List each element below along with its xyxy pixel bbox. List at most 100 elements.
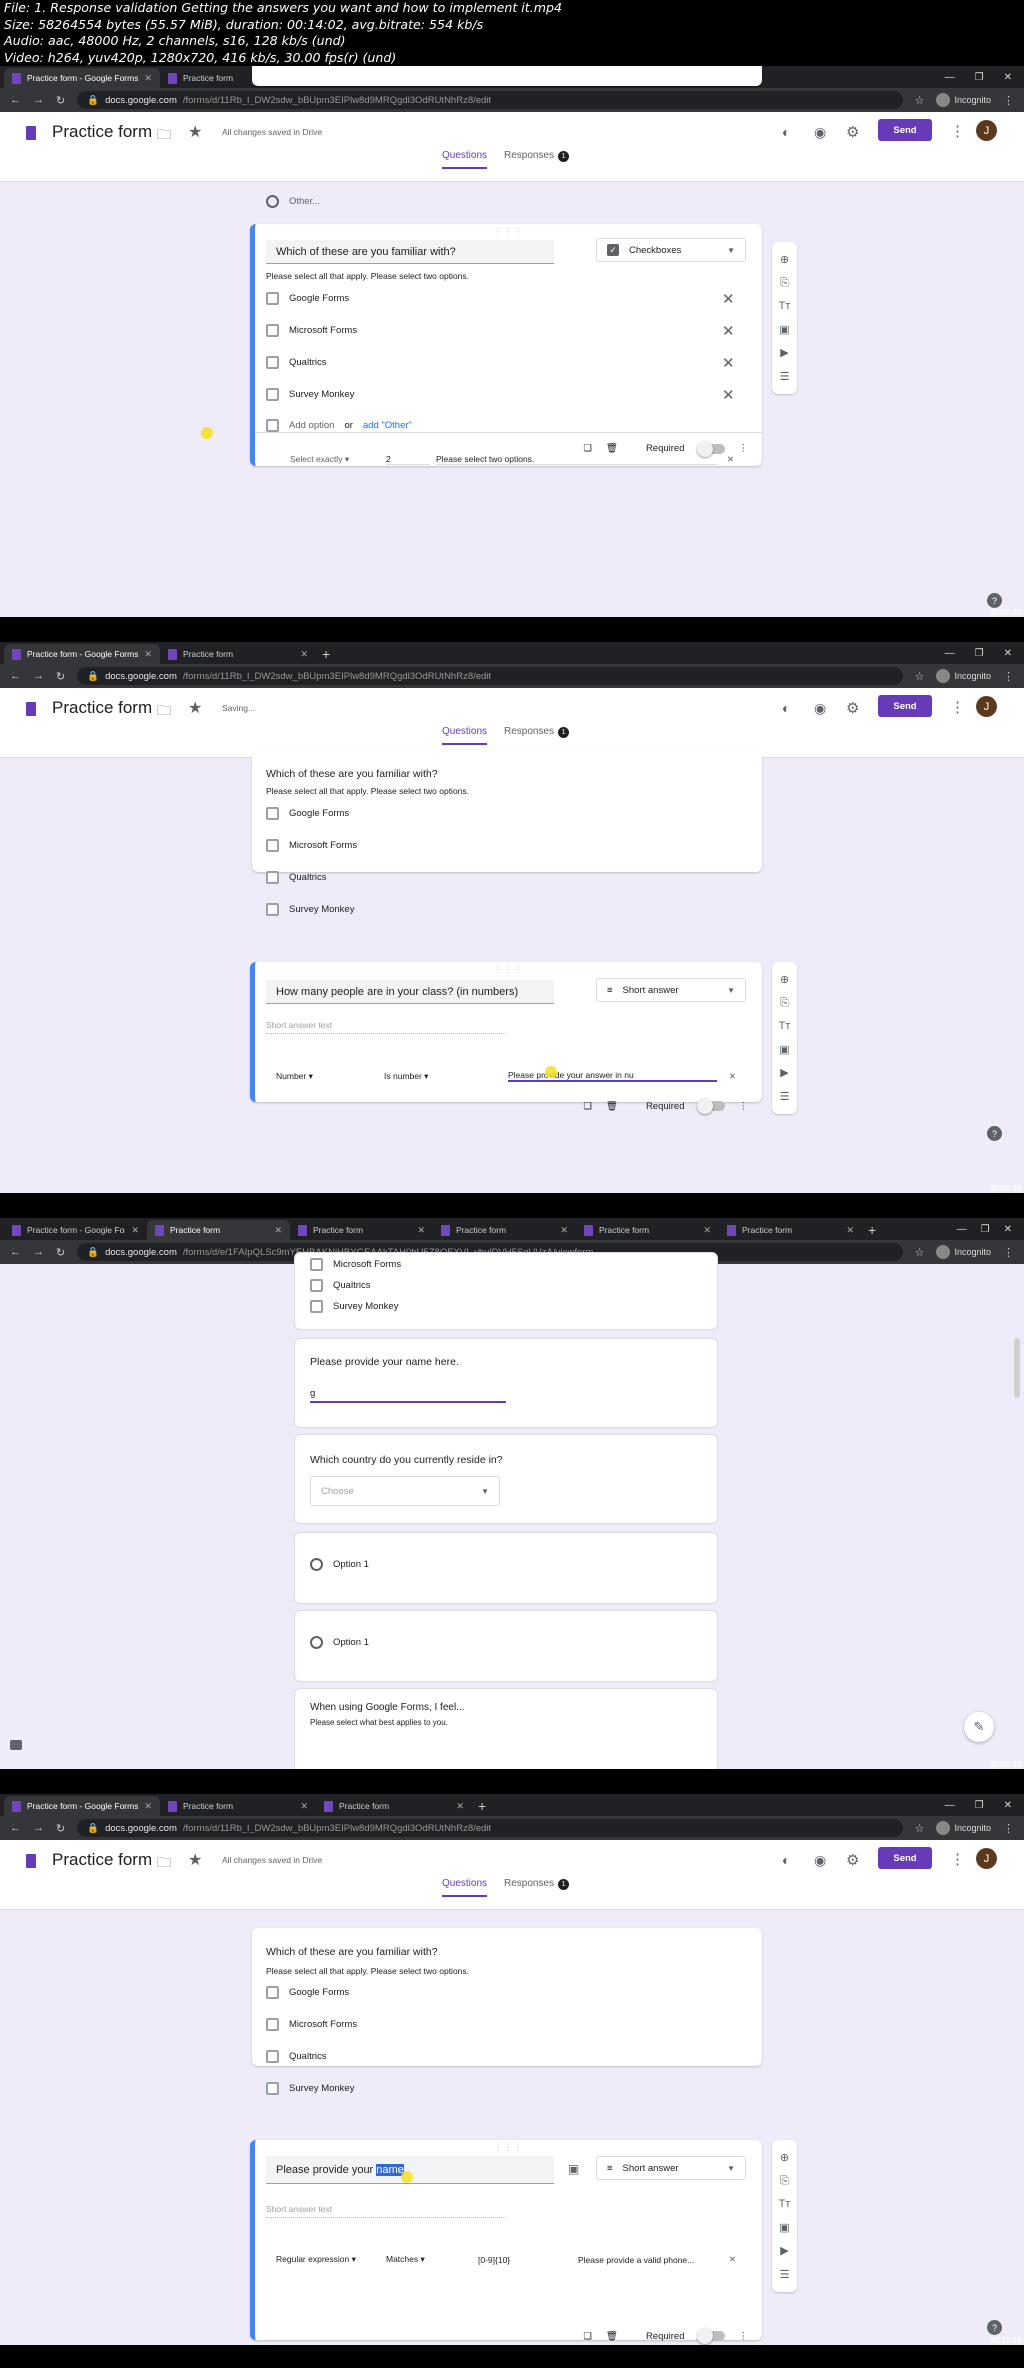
browser-tab[interactable]: Practice form ✕ xyxy=(147,1220,290,1240)
validation-error-input[interactable]: Please provide a valid phone... xyxy=(578,2255,721,2265)
tab-questions[interactable]: Questions xyxy=(442,1878,488,1897)
back-icon[interactable]: ← xyxy=(10,94,21,106)
option-row[interactable]: Microsoft Forms xyxy=(310,1258,401,1271)
add-video-icon[interactable]: ▶ xyxy=(780,346,788,359)
option-row[interactable]: Survey Monkey xyxy=(266,388,354,401)
bookmark-star-icon[interactable]: ☆ xyxy=(915,1246,925,1259)
add-question-icon[interactable]: ⊕ xyxy=(780,973,789,986)
add-question-icon[interactable]: ⊕ xyxy=(780,2151,789,2164)
add-section-icon[interactable]: ☰ xyxy=(780,1090,790,1103)
add-option-link[interactable]: Add option xyxy=(289,420,334,431)
help-icon[interactable]: ? xyxy=(987,2320,1002,2335)
edit-pencil-icon[interactable]: ✎ xyxy=(964,1712,994,1742)
add-image-icon[interactable]: ▣ xyxy=(779,1043,789,1056)
maximize-icon[interactable]: ❐ xyxy=(975,72,984,83)
new-tab-icon[interactable]: + xyxy=(478,1798,486,1814)
settings-gear-icon[interactable]: ⚙ xyxy=(846,123,859,141)
browser-tab[interactable]: Practice form ✕ xyxy=(433,1220,576,1240)
clear-validation-icon[interactable]: ✕ xyxy=(729,2254,736,2265)
drag-handle-icon[interactable]: ⋮⋮⋮ xyxy=(494,964,524,975)
forward-icon[interactable]: → xyxy=(33,94,44,106)
remove-option-icon[interactable]: ✕ xyxy=(722,290,735,308)
delete-icon[interactable]: 🗑 xyxy=(606,2331,618,2342)
palette-icon[interactable]: ◐ xyxy=(782,1852,790,1868)
forward-icon[interactable]: → xyxy=(33,1822,44,1834)
more-vert-icon[interactable]: ⋮ xyxy=(739,1101,749,1112)
more-vert-icon[interactable]: ⋮ xyxy=(950,1850,965,1868)
help-icon[interactable]: ? xyxy=(987,1126,1002,1141)
bookmark-star-icon[interactable]: ☆ xyxy=(915,670,925,683)
option-row[interactable]: Option 1 xyxy=(310,1636,369,1649)
close-window-icon[interactable]: ✕ xyxy=(1004,72,1012,83)
reload-icon[interactable]: ↻ xyxy=(56,1822,65,1835)
maximize-icon[interactable]: ❐ xyxy=(975,648,984,659)
add-title-icon[interactable]: Tт xyxy=(779,300,791,312)
add-other-link[interactable]: add "Other" xyxy=(363,420,412,431)
validation-condition-select[interactable]: Is number ▾ xyxy=(384,1071,494,1082)
folder-icon[interactable]: 🗀 xyxy=(157,124,171,148)
palette-icon[interactable]: ◐ xyxy=(782,124,790,140)
option-label[interactable]: Microsoft Forms xyxy=(289,325,357,336)
send-button[interactable]: Send xyxy=(878,119,932,141)
required-toggle[interactable] xyxy=(696,2328,725,2344)
close-icon[interactable]: ✕ xyxy=(560,1225,568,1236)
country-dropdown[interactable]: Choose ▼ xyxy=(310,1476,500,1506)
question-title-input[interactable]: Which of these are you familiar with? xyxy=(266,240,554,264)
maximize-icon[interactable]: ❐ xyxy=(981,1224,990,1235)
bookmark-star-icon[interactable]: ☆ xyxy=(915,94,925,107)
tab-responses[interactable]: Responses 1 xyxy=(504,726,570,738)
delete-icon[interactable]: 🗑 xyxy=(606,443,618,454)
add-section-icon[interactable]: ☰ xyxy=(780,370,790,383)
required-toggle[interactable] xyxy=(696,440,725,457)
star-icon[interactable]: ★ xyxy=(188,122,202,142)
preview-eye-icon[interactable]: ◉ xyxy=(814,700,826,717)
add-question-icon[interactable]: ⊕ xyxy=(780,253,789,266)
menu-icon[interactable]: ⋮ xyxy=(1003,1246,1014,1259)
forward-icon[interactable]: → xyxy=(33,670,44,682)
option-label[interactable]: Survey Monkey xyxy=(289,389,354,400)
close-icon[interactable]: ✕ xyxy=(456,1801,464,1812)
import-questions-icon[interactable]: ⎘ xyxy=(780,2175,789,2188)
browser-tab[interactable]: Practice form - Google Forms ✕ xyxy=(4,1220,147,1240)
close-icon[interactable]: ✕ xyxy=(144,1801,152,1812)
minimize-icon[interactable]: — xyxy=(945,72,955,83)
browser-tab[interactable]: Practice form ✕ xyxy=(576,1220,719,1240)
question-type-select[interactable]: ≡ Short answer ▼ xyxy=(596,978,746,1002)
remove-option-icon[interactable]: ✕ xyxy=(722,322,735,340)
send-button[interactable]: Send xyxy=(878,695,932,717)
clear-validation-icon[interactable]: ✕ xyxy=(729,1071,736,1082)
menu-icon[interactable]: ⋮ xyxy=(1003,670,1014,683)
delete-icon[interactable]: 🗑 xyxy=(606,1101,618,1112)
tab-responses[interactable]: Responses 1 xyxy=(504,150,570,162)
more-vert-icon[interactable]: ⋮ xyxy=(739,2331,749,2342)
add-video-icon[interactable]: ▶ xyxy=(780,1066,788,1079)
close-icon[interactable]: ✕ xyxy=(417,1225,425,1236)
import-questions-icon[interactable]: ⎘ xyxy=(780,997,789,1010)
add-title-icon[interactable]: Tт xyxy=(779,2198,791,2210)
add-video-icon[interactable]: ▶ xyxy=(780,2244,788,2257)
question-title-input[interactable]: How many people are in your class? (in n… xyxy=(266,980,554,1004)
bookmark-star-icon[interactable]: ☆ xyxy=(915,1822,925,1835)
browser-tab[interactable]: Practice form - Google Forms ✕ xyxy=(4,644,160,664)
form-title[interactable]: Practice form xyxy=(52,122,152,142)
option-row[interactable]: Qualtrics xyxy=(310,1279,370,1292)
settings-gear-icon[interactable]: ⚙ xyxy=(846,699,859,717)
more-vert-icon[interactable]: ⋮ xyxy=(739,443,749,454)
url-field[interactable]: 🔒 docs.google.com/forms/d/11Rb_l_DW2sdw_b… xyxy=(77,667,903,685)
close-icon[interactable]: ✕ xyxy=(144,649,152,660)
form-title[interactable]: Practice form xyxy=(52,698,152,718)
add-section-icon[interactable]: ☰ xyxy=(780,2268,790,2281)
report-icon[interactable] xyxy=(10,1740,22,1750)
tab-questions[interactable]: Questions xyxy=(442,726,488,745)
minimize-icon[interactable]: — xyxy=(945,1800,955,1811)
close-icon[interactable]: ✕ xyxy=(144,73,152,84)
add-title-icon[interactable]: Tт xyxy=(779,1020,791,1032)
remove-option-icon[interactable]: ✕ xyxy=(722,386,735,404)
drag-handle-icon[interactable]: ⋮⋮⋮ xyxy=(494,2142,524,2153)
close-window-icon[interactable]: ✕ xyxy=(1004,648,1012,659)
maximize-icon[interactable]: ❐ xyxy=(975,1800,984,1811)
back-icon[interactable]: ← xyxy=(10,1246,21,1258)
star-icon[interactable]: ★ xyxy=(188,698,202,718)
browser-tab[interactable]: Practice form ✕ xyxy=(160,1796,316,1816)
option-row[interactable]: Option 1 xyxy=(310,1558,369,1571)
